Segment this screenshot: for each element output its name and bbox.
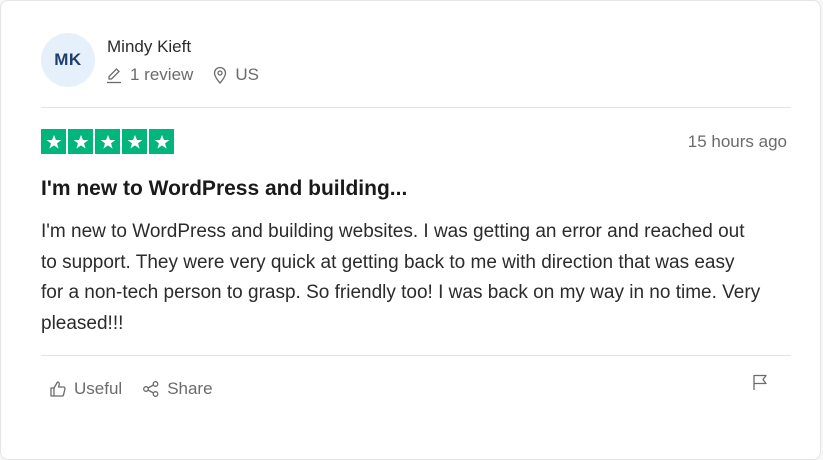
star-icon (154, 134, 169, 149)
share-icon (143, 381, 159, 397)
star-rating (41, 129, 176, 154)
star-icon (46, 134, 61, 149)
pencil-icon (107, 68, 121, 84)
star-icon (100, 134, 115, 149)
star-box (95, 129, 120, 154)
review-title[interactable]: I'm new to WordPress and building... (41, 177, 407, 201)
share-label: Share (167, 379, 213, 398)
review-body: I'm new to WordPress and building websit… (41, 221, 761, 334)
location-pin-icon (214, 66, 227, 84)
report-flag-button[interactable] (752, 373, 768, 396)
star-box (68, 129, 93, 154)
useful-label: Useful (74, 379, 123, 398)
review-actions: Useful Share (49, 379, 213, 399)
review-card: MK Mindy Kieft 1 review US 15 hours ago … (0, 0, 821, 460)
header-divider (41, 107, 791, 108)
footer-divider (41, 355, 791, 356)
avatar-initials: MK (54, 50, 82, 69)
reviewer-name[interactable]: Mindy Kieft (107, 37, 191, 57)
star-box (41, 129, 66, 154)
reviewer-country: US (213, 65, 259, 85)
star-box (122, 129, 147, 154)
star-icon (127, 134, 142, 149)
useful-button[interactable]: Useful (49, 379, 122, 399)
reviewer-meta: 1 review US (106, 65, 259, 85)
avatar[interactable]: MK (41, 33, 95, 87)
review-date: 15 hours ago (687, 132, 787, 151)
flag-icon (753, 374, 767, 390)
star-icon (73, 134, 88, 149)
review-count-label: 1 review (130, 65, 194, 84)
review-count: 1 review (106, 65, 193, 85)
country-label: US (235, 65, 259, 84)
star-box (149, 129, 174, 154)
share-button[interactable]: Share (142, 379, 213, 399)
thumbs-up-icon (50, 381, 66, 397)
